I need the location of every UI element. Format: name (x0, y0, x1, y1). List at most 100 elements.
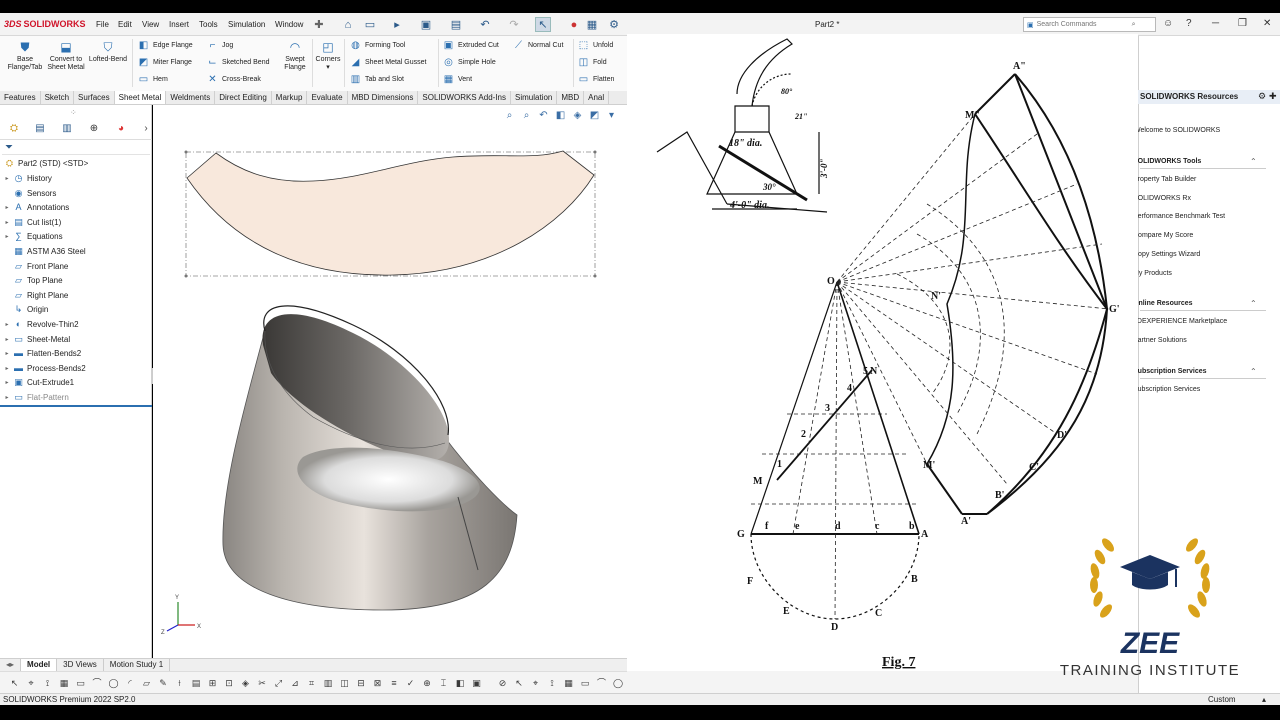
task-link[interactable]: My Products (1133, 270, 1172, 277)
line-tool-icon[interactable]: ⟟ (546, 677, 559, 689)
add-tool-icon[interactable]: ⊕ (421, 677, 434, 689)
extruded-cut-button[interactable]: ▣ Extruded Cut (443, 40, 499, 51)
print-icon[interactable]: ▤ (448, 17, 464, 32)
task-section-title[interactable]: Subscription Services (1133, 368, 1207, 375)
search-commands-box[interactable]: ▣ ⌕ (1023, 17, 1156, 32)
collapse-caret-icon[interactable]: ⌃ (1250, 157, 1257, 166)
trim-tool-icon[interactable]: ⊞ (206, 677, 219, 689)
tab-anal[interactable]: Anal (584, 91, 610, 104)
rectangle-tool-icon[interactable]: ▦ (58, 677, 71, 689)
centerline-tool-icon[interactable]: ▤ (190, 677, 203, 689)
collapse-caret-icon[interactable]: ⌃ (1250, 299, 1257, 308)
hem-button[interactable]: ▭ Hem (138, 74, 168, 85)
tree-item-top-plane[interactable]: ▱ Top Plane (4, 274, 63, 287)
expand-arrow-icon[interactable]: ▸ (4, 219, 10, 226)
move-tool-icon[interactable]: ⤢ (272, 677, 285, 689)
tab-weldments[interactable]: Weldments (166, 91, 216, 104)
mirror-tool-icon[interactable]: ◈ (239, 677, 252, 689)
expand-arrow-icon[interactable]: ▸ (4, 175, 10, 182)
save-icon[interactable]: ▣ (418, 17, 434, 32)
menu-edit[interactable]: Edit (118, 20, 132, 29)
expand-arrow-icon[interactable]: ▸ (4, 379, 10, 386)
circle-tool-icon[interactable]: ◯ (612, 677, 625, 689)
grid-tool-icon[interactable]: ▥ (322, 677, 335, 689)
task-link[interactable]: Compare My Score (1133, 232, 1193, 239)
units-dropdown-icon[interactable]: ▴ (1262, 695, 1266, 704)
graphics-area[interactable]: Y X Z (153, 105, 627, 658)
tab-sheet-metal[interactable]: Sheet Metal (114, 91, 167, 104)
open-icon[interactable]: ▸ (389, 17, 405, 32)
tab-surfaces[interactable]: Surfaces (74, 91, 115, 104)
hide-show-icon[interactable]: ▾ (606, 110, 617, 121)
close-icon[interactable]: ✕ (1263, 18, 1271, 29)
previous-view-icon[interactable]: ↶ (538, 110, 549, 121)
tree-item-revolve-thin2[interactable]: ▸ ◐ Revolve-Thin2 (4, 318, 78, 331)
task-link[interactable]: Partner Solutions (1133, 337, 1187, 344)
line-tool-icon[interactable]: ⟟ (41, 677, 54, 689)
tab-direct-editing[interactable]: Direct Editing (215, 91, 272, 104)
expand-arrow-icon[interactable]: ▸ (4, 233, 10, 240)
task-pane-settings-icon[interactable]: ⚙ (1258, 91, 1266, 102)
vent-button[interactable]: ▦ Vent (443, 74, 472, 85)
home-icon[interactable]: ⌂ (340, 17, 356, 32)
menu-insert[interactable]: Insert (169, 20, 189, 29)
menu-view[interactable]: View (142, 20, 159, 29)
tree-item-cut-list-1-[interactable]: ▸ ▤ Cut list(1) (4, 216, 61, 229)
task-link[interactable]: Subscription Services (1133, 386, 1200, 393)
feature-manager-tab-icon[interactable]: ⛭ (6, 122, 22, 135)
flat-pattern-sketch[interactable] (184, 150, 597, 278)
task-link[interactable]: 3DEXPERIENCE Marketplace (1133, 318, 1227, 325)
edge-flange-button[interactable]: ◧ Edge Flange (138, 40, 193, 51)
expand-arrow-icon[interactable]: ▸ (4, 321, 10, 328)
cut-tool-icon[interactable]: ✂ (256, 677, 269, 689)
new-document-icon[interactable]: ▭ (362, 17, 378, 32)
fillet-tool-icon[interactable]: ◜ (124, 677, 137, 689)
arc-tool-icon[interactable]: ⌒ (91, 677, 104, 689)
chevron-right-icon[interactable]: › (138, 122, 154, 135)
minimize-icon[interactable]: ─ (1212, 18, 1219, 29)
menu-tools[interactable]: Tools (199, 20, 218, 29)
bottom-tab-model[interactable]: Model (21, 659, 58, 671)
unfold-button[interactable]: ⬚ Unfold (578, 40, 613, 51)
cross-break-button[interactable]: ✕ Cross-Break (207, 74, 261, 85)
offset-tool-icon[interactable]: ⊡ (223, 677, 236, 689)
simple-hole-button[interactable]: ◎ Simple Hole (443, 57, 496, 68)
section-view-icon[interactable]: ◧ (555, 110, 566, 121)
pin-icon[interactable]: ✚ (311, 17, 327, 32)
task-link[interactable]: Performance Benchmark Test (1133, 213, 1225, 220)
lofted-bend-button[interactable]: ⛉ Lofted-Bend (86, 40, 130, 64)
slot-tool-icon[interactable]: ▭ (74, 677, 87, 689)
select-tool-icon[interactable]: ↖ (513, 677, 526, 689)
base-flange-button[interactable]: ⛊ Base Flange/Tab (4, 40, 46, 72)
tree-item-astm-a36-steel[interactable]: ▦ ASTM A36 Steel (4, 245, 85, 258)
truncated-cone-model[interactable] (222, 305, 518, 611)
expand-arrow-icon[interactable]: ▸ (4, 365, 10, 372)
magnifier-icon[interactable]: ⌕ (1132, 21, 1136, 29)
tab-sketch[interactable]: Sketch (41, 91, 75, 104)
zoom-area-icon[interactable]: ⌕ (521, 110, 532, 121)
tab-scroll-icon[interactable]: ◂▸ (0, 659, 22, 671)
display-manager-tab-icon[interactable]: ◕ (113, 122, 129, 135)
tree-item-flat-pattern[interactable]: ▸ ▭ Flat-Pattern (4, 391, 68, 404)
sheet-metal-gusset-button[interactable]: ◢ Sheet Metal Gusset (350, 57, 427, 68)
sketch-fillet-tool-icon[interactable]: ⊠ (371, 677, 384, 689)
tab-mbd-dimensions[interactable]: MBD Dimensions (348, 91, 419, 104)
slot-tool-icon[interactable]: ▭ (579, 677, 592, 689)
filter-row[interactable]: ⏷ (2, 142, 150, 155)
smart-dimension-tool-icon[interactable]: ⌖ (25, 677, 38, 689)
point-tool-icon[interactable]: ⟊ (173, 677, 186, 689)
normal-cut-button[interactable]: ⟋ Normal Cut (513, 40, 563, 51)
task-link[interactable]: Property Tab Builder (1133, 176, 1196, 183)
convert-to-sheet-metal-button[interactable]: ⬓ Convert to Sheet Metal (47, 40, 85, 72)
menu-file[interactable]: File (96, 20, 109, 29)
pattern-tool-icon[interactable]: ⌗ (305, 677, 318, 689)
tree-item-process-bends2[interactable]: ▸ ▬ Process-Bends2 (4, 362, 85, 375)
select-tool-icon[interactable]: ↖ (8, 677, 21, 689)
tree-item-sheet-metal[interactable]: ▸ ▭ Sheet-Metal (4, 333, 70, 346)
restore-icon[interactable]: ❐ (1238, 18, 1247, 29)
display-tool-icon[interactable]: ◧ (454, 677, 467, 689)
mid-tool-icon[interactable]: ⌶ (437, 677, 450, 689)
collapse-caret-icon[interactable]: ⌃ (1250, 367, 1257, 376)
relations-tool-icon[interactable]: ◫ (338, 677, 351, 689)
corners-dropdown-icon[interactable]: ▾ (326, 64, 330, 71)
